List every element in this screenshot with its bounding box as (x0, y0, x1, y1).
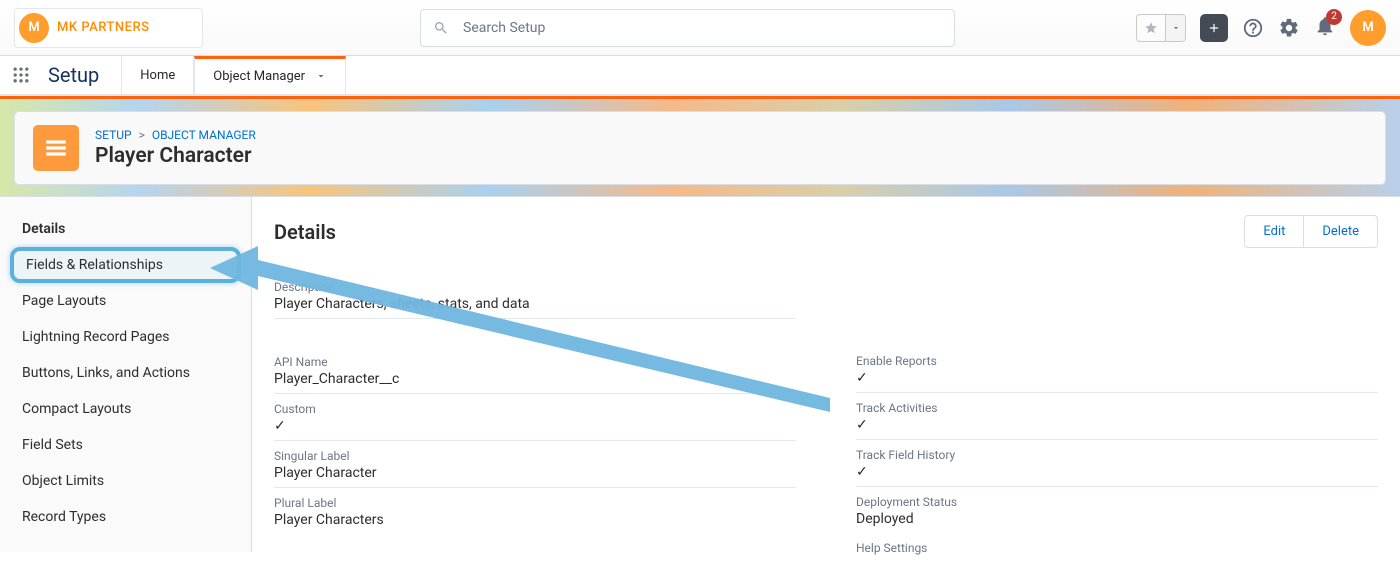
org-switcher[interactable]: M MK PARTNERS (14, 8, 203, 48)
field-label-custom: Custom (274, 402, 796, 416)
nav-object-manager[interactable]: Object Manager (194, 56, 346, 94)
global-header: M MK PARTNERS Search Setup 2 M (0, 0, 1400, 56)
plus-icon (1207, 21, 1221, 35)
field-label-deployment: Deployment Status (856, 495, 1378, 509)
waffle-icon (11, 65, 31, 85)
sidebar: Details Fields & Relationships Page Layo… (0, 197, 252, 552)
field-label-help: Help Settings (856, 541, 1378, 555)
field-value-api: Player_Character__c (274, 371, 796, 387)
field-value-description: Player Characters, sheets, stats, and da… (274, 296, 796, 312)
breadcrumb: SETUP > OBJECT MANAGER (95, 128, 256, 142)
field-label-description: Description (274, 280, 796, 294)
object-icon (33, 125, 79, 171)
favorites-menu[interactable] (1136, 14, 1186, 42)
sidebar-item-lightning[interactable]: Lightning Record Pages (0, 319, 251, 355)
page-title: Player Character (95, 144, 256, 168)
search-icon (433, 20, 449, 36)
search-input[interactable]: Search Setup (420, 9, 955, 47)
sidebar-item-fields[interactable]: Fields & Relationships (10, 247, 241, 283)
field-value-reports: ✓ (856, 370, 1378, 386)
notifications-button[interactable]: 2 (1314, 15, 1336, 41)
field-value-plural: Player Characters (274, 512, 796, 528)
banner: SETUP > OBJECT MANAGER Player Character (0, 99, 1400, 197)
left-column: Description Player Characters, sheets, s… (274, 276, 796, 567)
field-value-singular: Player Character (274, 465, 796, 481)
org-name: MK PARTNERS (57, 20, 150, 35)
action-buttons: Edit Delete (1244, 215, 1378, 248)
gear-icon[interactable] (1278, 17, 1300, 39)
sidebar-item-compact[interactable]: Compact Layouts (0, 391, 251, 427)
star-icon (1144, 21, 1158, 35)
delete-button[interactable]: Delete (1304, 215, 1378, 248)
field-value-deployment: Deployed (856, 511, 1378, 527)
sidebar-item-page-layouts[interactable]: Page Layouts (0, 283, 251, 319)
field-value-custom: ✓ (274, 418, 796, 434)
search-placeholder: Search Setup (463, 20, 545, 36)
breadcrumb-object-manager[interactable]: OBJECT MANAGER (152, 128, 256, 142)
global-add-button[interactable] (1200, 14, 1228, 42)
field-label-singular: Singular Label (274, 449, 796, 463)
field-label-reports: Enable Reports (856, 354, 1378, 368)
breadcrumb-setup[interactable]: SETUP (95, 128, 132, 142)
chevron-down-icon (315, 70, 327, 82)
notification-badge: 2 (1326, 9, 1342, 25)
sidebar-item-field-sets[interactable]: Field Sets (0, 427, 251, 463)
sidebar-item-object-limits[interactable]: Object Limits (0, 463, 251, 499)
field-label-api: API Name (274, 355, 796, 369)
sidebar-item-buttons[interactable]: Buttons, Links, and Actions (0, 355, 251, 391)
edit-button[interactable]: Edit (1244, 215, 1304, 248)
org-logo-icon: M (19, 13, 49, 43)
field-label-history: Track Field History (856, 448, 1378, 462)
app-nav: Setup Home Object Manager (0, 56, 1400, 96)
section-title: Details (274, 220, 336, 244)
field-value-activities: ✓ (856, 417, 1378, 433)
field-label-plural: Plural Label (274, 496, 796, 510)
page-header: SETUP > OBJECT MANAGER Player Character (14, 111, 1386, 185)
right-column: Enable Reports ✓ Track Activities ✓ Trac… (856, 276, 1378, 567)
nav-home[interactable]: Home (121, 56, 194, 94)
help-icon[interactable] (1242, 17, 1264, 39)
sidebar-item-details[interactable]: Details (0, 211, 251, 247)
nav-item-label: Object Manager (213, 69, 305, 84)
main-panel: Details Edit Delete Description Player C… (252, 197, 1400, 552)
avatar[interactable]: M (1350, 10, 1386, 46)
breadcrumb-separator: > (139, 128, 145, 142)
field-label-activities: Track Activities (856, 401, 1378, 415)
app-launcher-button[interactable] (0, 65, 42, 85)
chevron-down-icon (1171, 23, 1181, 33)
app-name: Setup (42, 63, 121, 87)
field-value-history: ✓ (856, 464, 1378, 480)
sidebar-item-record-types[interactable]: Record Types (0, 499, 251, 535)
